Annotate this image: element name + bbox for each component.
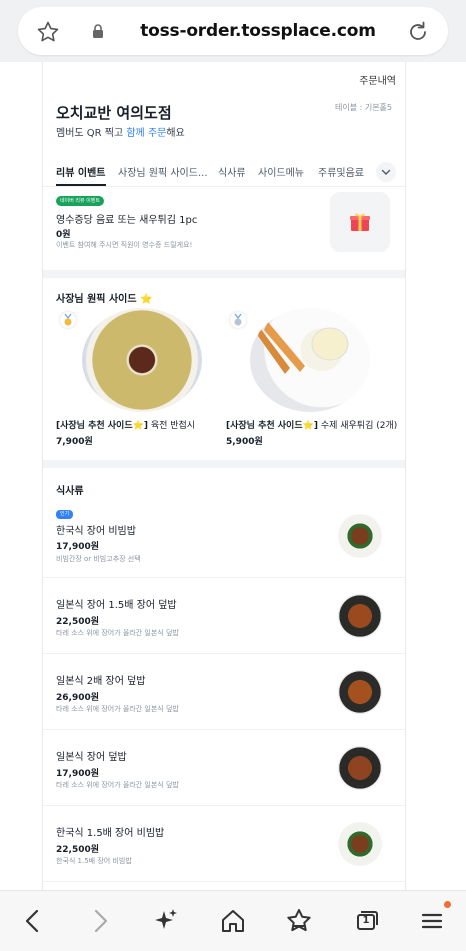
menu-item-price: 26,900원 — [56, 693, 100, 703]
owner-pick-title: 사장님 원픽 사이드 ⭐ — [56, 294, 153, 305]
menu-item-desc: 타레 소스 위에 장어가 올라간 일본식 덮밥 — [56, 781, 179, 789]
star-favorite-icon[interactable] — [283, 905, 315, 937]
tab-count: 1 — [362, 915, 370, 926]
pick-item-name: 수제 새우튀김 (2개) — [317, 421, 398, 431]
back-icon[interactable] — [17, 905, 49, 937]
order-page: 주문내역 오치교반 여의도점 테이블 : 기본홀5 멤버도 QR 찍고 함께 주… — [42, 62, 406, 890]
menu-item-desc: 한국식 1.5배 장어 비빔밥 — [56, 857, 132, 865]
menu-item-name: 한국식 장어 비빔밥 — [56, 526, 136, 537]
notification-dot — [444, 901, 451, 908]
menu-item-price: 17,900원 — [56, 769, 100, 779]
home-icon[interactable] — [217, 905, 249, 937]
pick-name: [사장님 추천 사이드⭐] 수제 새우튀김 (2개) — [226, 418, 397, 431]
event-thumbnail — [330, 192, 390, 252]
invite-suffix: 해요 — [166, 128, 185, 139]
store-name: 오치교반 여의도점 — [56, 104, 172, 122]
event-badge: 네이버 리뷰 이벤트 — [56, 196, 104, 206]
address-bar[interactable]: toss-order.tossplace.com — [18, 7, 448, 55]
menu-item-price: 22,500원 — [56, 845, 100, 855]
event-desc: 이벤트 참여해 주시면 직원이 영수증 드릴게요! — [56, 241, 193, 249]
browser-toolbar: toss-order.tossplace.com — [0, 0, 466, 62]
menu-item[interactable]: 일본식 장어 덮밥 17,900원 타레 소스 위에 장어가 올라간 일본식 덮… — [42, 730, 406, 806]
pick-name: [사장님 추천 사이드⭐] 육전 반접시 — [56, 418, 195, 431]
reload-icon[interactable] — [406, 20, 430, 44]
menu-item-desc: 타레 소스 위에 장어가 올라간 일본식 덮밥 — [56, 629, 179, 637]
yukjeon-image — [82, 308, 202, 412]
tab-review-event[interactable]: 리뷰 이벤트 — [56, 164, 105, 179]
tab-owner-pick[interactable]: 사장님 원픽 사이드... — [118, 164, 208, 179]
menu-item-thumbnail — [338, 670, 382, 714]
pick-price: 7,900원 — [56, 437, 93, 447]
menu-item-name: 일본식 2배 장어 덮밥 — [56, 676, 146, 687]
menu-item-thumbnail — [338, 746, 382, 790]
menu-item[interactable]: 일본식 2배 장어 덮밥 26,900원 타레 소스 위에 장어가 올라간 일본… — [42, 654, 406, 730]
gold-medal-icon — [60, 312, 76, 328]
tab-drinks[interactable]: 주류및음료 — [318, 164, 364, 179]
menu-item-thumbnail — [338, 822, 382, 866]
invite-highlight[interactable]: 함께 주문 — [126, 128, 166, 139]
section-separator — [42, 270, 406, 278]
menu-item[interactable]: 인기 한국식 장어 비빔밥 17,900원 비빔간장 or 비빔고추장 선택 — [42, 502, 406, 578]
menu-item-name: 한국식 1.5배 장어 비빔밥 — [56, 828, 165, 839]
tabs-divider — [42, 186, 406, 187]
content-border-left — [42, 62, 43, 890]
pick-prefix: [사장님 추천 사이드⭐] — [226, 421, 318, 431]
menu-item-name: 일본식 장어 덮밥 — [56, 752, 127, 763]
pick-price: 5,900원 — [226, 437, 263, 447]
page-margin-right — [406, 62, 466, 890]
category-tabs: 리뷰 이벤트 사장님 원픽 사이드... 식사류 사이드메뉴 주류및음료 — [42, 158, 406, 188]
qr-invite-text: 멤버도 QR 찍고 함께 주문해요 — [56, 124, 185, 139]
silver-medal-icon — [230, 312, 246, 328]
sparkle-icon[interactable] — [150, 905, 182, 937]
section-separator — [42, 460, 406, 468]
menu-item[interactable]: 한국식 1.5배 장어 비빔밥 22,500원 한국식 1.5배 장어 비빔밥 — [42, 806, 406, 882]
tab-side-menu[interactable]: 사이드메뉴 — [258, 164, 304, 179]
menu-item-thumbnail — [338, 514, 382, 558]
menu-item[interactable]: 일본식 장어 1.5배 장어 덮밥 22,500원 타레 소스 위에 장어가 올… — [42, 578, 406, 654]
browser-bottom-nav: 1 — [0, 890, 466, 951]
menu-item-price: 22,500원 — [56, 617, 100, 627]
lock-icon — [93, 24, 103, 38]
tabs-expand-button[interactable] — [376, 162, 396, 182]
star-icon[interactable] — [36, 20, 60, 44]
menu-item-desc: 타레 소스 위에 장어가 올라간 일본식 덮밥 — [56, 705, 179, 713]
event-title: 영수증당 음료 또는 새우튀김 1pc — [56, 215, 198, 226]
invite-prefix: 멤버도 QR 찍고 — [56, 128, 127, 139]
content-border-right — [405, 62, 406, 890]
tabs-button[interactable]: 1 — [350, 905, 382, 937]
menu-icon[interactable] — [416, 905, 448, 937]
url-text[interactable]: toss-order.tossplace.com — [118, 7, 398, 55]
shrimp-image — [250, 308, 370, 412]
gift-icon — [350, 213, 370, 231]
table-label: 테이블 : 기본홀5 — [334, 103, 392, 112]
popular-badge: 인기 — [56, 510, 74, 519]
event-price: 0원 — [56, 230, 71, 240]
menu-item-thumbnail — [338, 594, 382, 638]
menu-item-desc: 비빔간장 or 비빔고추장 선택 — [56, 555, 141, 563]
order-history-link[interactable]: 주문내역 — [359, 72, 396, 87]
meals-title: 식사류 — [56, 486, 84, 497]
pick-item-name: 육전 반접시 — [147, 421, 196, 431]
menu-item-name: 일본식 장어 1.5배 장어 덮밥 — [56, 600, 177, 611]
page-margin-left — [0, 62, 42, 890]
forward-icon[interactable] — [84, 905, 116, 937]
tab-meals[interactable]: 식사류 — [218, 164, 246, 179]
menu-item-price: 17,900원 — [56, 542, 100, 552]
shrimp-illustration — [258, 322, 349, 374]
chevron-down-icon — [381, 169, 391, 175]
pick-prefix: [사장님 추천 사이드⭐] — [56, 421, 148, 431]
